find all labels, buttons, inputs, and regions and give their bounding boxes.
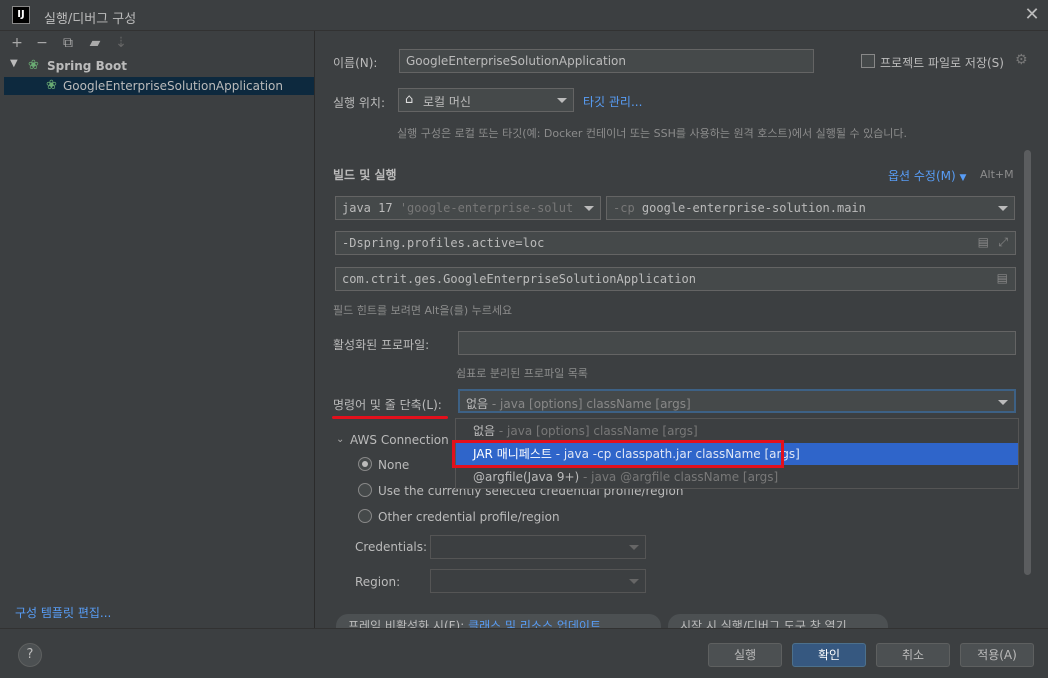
run-on-select[interactable]: ⌂ 로컬 머신 bbox=[398, 88, 574, 112]
shorten-value-hint: - java [options] className [args] bbox=[488, 397, 691, 411]
frame-deactivation-chip[interactable]: 프레임 비활성화 시(F): 클래스 및 리소스 업데이트 bbox=[336, 614, 661, 628]
popup-item-argfile[interactable]: @argfile(Java 9+) - java @argfile classN… bbox=[456, 466, 1018, 488]
help-button[interactable]: ? bbox=[18, 643, 42, 667]
open-tool-window-label: 시작 시 실행/디버그 도구 창 열기 bbox=[680, 619, 847, 628]
modify-options-label: 옵션 수정(M) bbox=[888, 169, 956, 183]
active-profiles-hint: 쉼표로 분리된 프로파일 목록 bbox=[456, 367, 588, 380]
modify-options-link[interactable]: 옵션 수정(M) ▼ bbox=[888, 167, 966, 184]
name-input[interactable]: GoogleEnterpriseSolutionApplication bbox=[399, 49, 814, 73]
chevron-down-icon bbox=[998, 206, 1008, 211]
cancel-button[interactable]: 취소 bbox=[876, 643, 950, 667]
main-class-input[interactable]: com.ctrit.ges.GoogleEnterpriseSolutionAp… bbox=[335, 267, 1016, 291]
gear-icon[interactable]: ⚙ bbox=[1015, 52, 1028, 68]
manage-targets-link[interactable]: 타깃 관리... bbox=[583, 93, 642, 110]
store-as-file-label: 프로젝트 파일로 저장(S) bbox=[880, 56, 1004, 70]
aws-other-profile-radio[interactable] bbox=[358, 509, 372, 523]
close-icon[interactable]: ✕ bbox=[1022, 4, 1042, 26]
frame-deactivation-value[interactable]: 클래스 및 리소스 업데이트 bbox=[468, 619, 601, 628]
aws-connection-header[interactable]: AWS Connection bbox=[350, 433, 449, 447]
cp-prefix: -cp bbox=[613, 201, 635, 215]
credentials-select[interactable] bbox=[430, 535, 646, 559]
popup-item-label: 없음 bbox=[473, 424, 496, 438]
vertical-scrollbar[interactable] bbox=[1024, 150, 1031, 575]
modify-options-shortcut: Alt+M bbox=[980, 168, 1014, 181]
popup-item-hint: - java [options] className [args] bbox=[495, 424, 698, 438]
shorten-value: 없음 bbox=[466, 397, 489, 411]
chevron-down-icon[interactable]: ⌄ bbox=[336, 434, 344, 445]
active-profiles-input[interactable] bbox=[458, 331, 1016, 355]
edit-templates-link[interactable]: 구성 템플릿 편집... bbox=[15, 604, 111, 621]
red-underline-annotation bbox=[332, 416, 448, 419]
red-highlight-annotation bbox=[452, 440, 784, 468]
open-tool-window-chip[interactable]: 시작 시 실행/디버그 도구 창 열기 bbox=[668, 614, 888, 628]
region-label: Region: bbox=[355, 575, 401, 589]
configuration-form bbox=[316, 31, 1048, 628]
document-icon[interactable]: ▤ bbox=[997, 271, 1008, 285]
aws-none-label: None bbox=[378, 458, 410, 472]
name-input-value: GoogleEnterpriseSolutionApplication bbox=[406, 54, 626, 68]
vm-options-value: -Dspring.profiles.active=loc bbox=[342, 236, 545, 250]
region-select[interactable] bbox=[430, 569, 646, 593]
chevron-down-icon bbox=[557, 98, 567, 103]
aws-other-profile-label: Other credential profile/region bbox=[378, 510, 560, 524]
jdk-value: java 17 bbox=[342, 201, 393, 215]
window-title: 실행/디버그 구성 bbox=[44, 12, 137, 27]
ok-button[interactable]: 확인 bbox=[792, 643, 866, 667]
chevron-down-icon bbox=[629, 545, 639, 550]
run-button[interactable]: 실행 bbox=[708, 643, 782, 667]
popup-item-none[interactable]: 없음 - java [options] className [args] bbox=[456, 420, 1018, 442]
shorten-cmd-select[interactable]: 없음 - java [options] className [args] bbox=[458, 389, 1016, 413]
aws-none-radio[interactable] bbox=[358, 457, 372, 471]
title-bar bbox=[0, 0, 1048, 31]
jdk-select[interactable]: java 17 'google-enterprise-solutio bbox=[335, 196, 601, 220]
classpath-module-select[interactable]: -cp google-enterprise-solution.main bbox=[606, 196, 1015, 220]
popup-item-hint: - java @argfile className [args] bbox=[579, 470, 779, 484]
spring-boot-icon: ❀ bbox=[28, 58, 39, 73]
folder-icon[interactable]: ▰ bbox=[86, 34, 104, 52]
intellij-app-icon: IJ bbox=[12, 6, 30, 24]
tree-group-label: Spring Boot bbox=[47, 59, 127, 73]
name-label: 이름(N): bbox=[333, 56, 378, 70]
chevron-down-icon[interactable]: ▼ bbox=[10, 58, 18, 69]
add-icon[interactable]: + bbox=[8, 34, 26, 52]
aws-current-profile-radio[interactable] bbox=[358, 483, 372, 497]
vm-options-input[interactable]: -Dspring.profiles.active=loc ▤ ⤢ bbox=[335, 231, 1016, 255]
credentials-label: Credentials: bbox=[355, 540, 428, 554]
run-on-label: 실행 위치: bbox=[333, 96, 386, 110]
sort-icon[interactable]: ⇣ bbox=[112, 34, 130, 52]
shorten-cmd-label: 명령어 및 줄 단축(L): bbox=[333, 398, 442, 412]
expand-icon[interactable]: ⤢ bbox=[998, 235, 1008, 250]
remove-icon[interactable]: − bbox=[33, 34, 51, 52]
run-on-hint: 실행 구성은 로컬 또는 타깃(예: Docker 컨테이너 또는 SSH를 사… bbox=[397, 127, 908, 140]
configuration-tree-panel bbox=[0, 31, 315, 628]
apply-button[interactable]: 적용(A) bbox=[960, 643, 1034, 667]
chevron-down-icon bbox=[629, 579, 639, 584]
copy-icon[interactable]: ⧉ bbox=[59, 34, 77, 52]
tree-item-application[interactable]: ❀ GoogleEnterpriseSolutionApplication bbox=[4, 77, 314, 95]
popup-item-label: @argfile(Java 9+) bbox=[473, 470, 580, 484]
tree-item-label: GoogleEnterpriseSolutionApplication bbox=[63, 79, 283, 93]
build-run-header: 빌드 및 실행 bbox=[333, 168, 397, 182]
frame-deactivation-label: 프레임 비활성화 시(F): bbox=[348, 619, 465, 628]
active-profiles-label: 활성화된 프로파일: bbox=[333, 338, 430, 352]
chevron-down-icon bbox=[998, 400, 1008, 405]
store-as-file-checkbox[interactable] bbox=[861, 54, 875, 68]
field-hint: 필드 힌트를 보려면 Alt을(를) 누르세요 bbox=[333, 304, 513, 317]
spring-boot-run-icon: ❀ bbox=[46, 78, 57, 93]
run-on-value: 로컬 머신 bbox=[423, 95, 471, 109]
chevron-down-icon: ▼ bbox=[959, 173, 967, 183]
chevron-down-icon bbox=[584, 206, 594, 211]
main-class-value: com.ctrit.ges.GoogleEnterpriseSolutionAp… bbox=[342, 272, 697, 286]
cp-value: google-enterprise-solution.main bbox=[641, 201, 866, 215]
document-icon[interactable]: ▤ bbox=[978, 235, 989, 249]
jdk-module: 'google-enterprise-solutio bbox=[399, 201, 574, 215]
home-icon: ⌂ bbox=[405, 92, 414, 107]
